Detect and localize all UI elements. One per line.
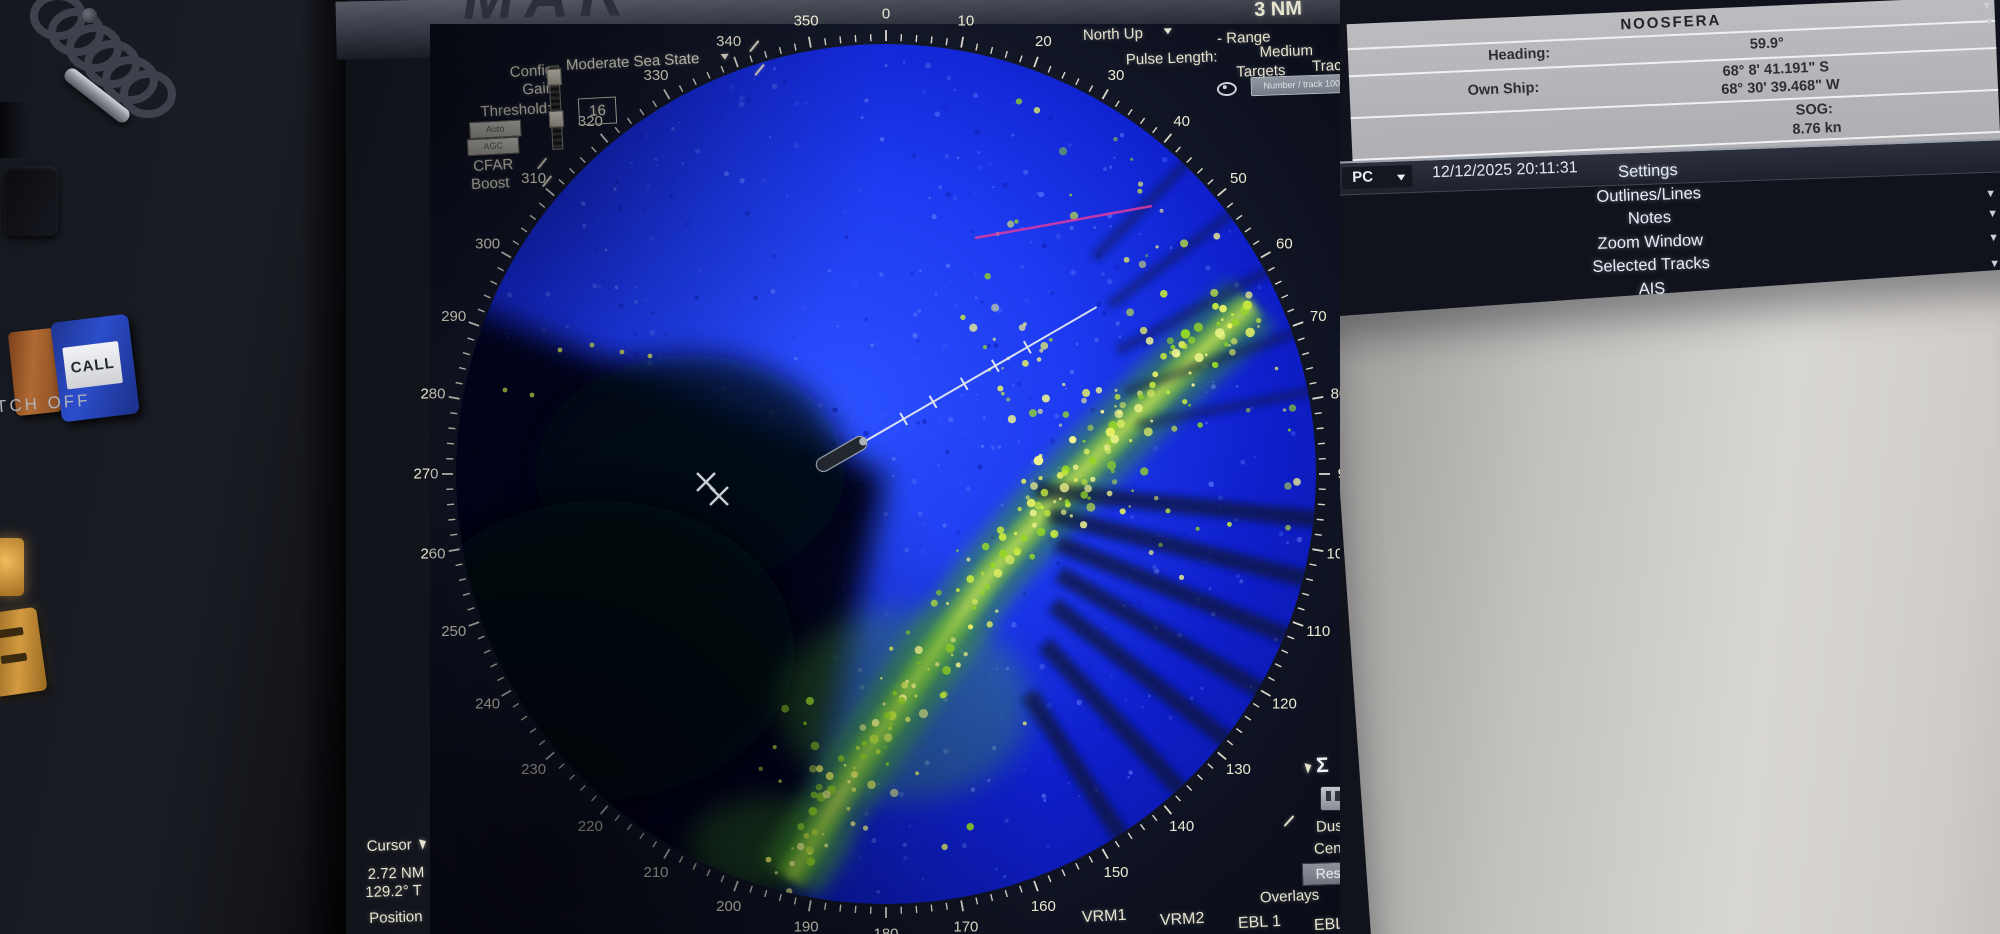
bearing-label: 280 [420,386,445,403]
range-value: 3 NM [1254,0,1303,22]
chevron-down-icon[interactable]: ▼ [1988,232,1999,244]
chevron-down-icon: ▼ [1394,167,1409,189]
vrm1-button[interactable]: VRM1 [1082,907,1127,927]
chevron-down-icon[interactable]: ▼ [1987,208,1998,220]
cursor-bearing-value: 129.2° T [365,882,422,901]
radar-mode-panel: North Up ▼ 3 NM - Range Pulse Length: Me… [1076,9,1379,119]
ebl1-button[interactable]: EBL 1 [1238,913,1282,933]
bearing-label: 200 [716,898,741,915]
bearing-label: 270 [413,466,438,483]
pulse-length-label: Pulse Length: [1126,48,1218,68]
radar-config-panel: Config: Moderate Sea State ▼ Gain: Thres… [451,31,799,209]
bearing-label: 20 [1035,33,1052,50]
right-display: NOOSFERA Heading: 59.9° Own Ship: 68° 8'… [1340,0,2000,934]
source-label: PC [1352,168,1373,186]
position-label: Position [369,908,423,927]
bearing-label: 130 [1226,761,1251,778]
track-number-button[interactable]: Number / track 100 [1250,74,1353,97]
chevron-down-icon[interactable]: ▼ [1161,26,1175,37]
chevron-down-icon[interactable]: ▼ [1981,0,1992,12]
sum-tool-icon[interactable]: Σ [1316,754,1329,778]
orientation-dropdown[interactable]: North Up [1083,25,1144,44]
chevron-down-icon[interactable]: ▼ [1984,16,1995,28]
bearing-label: 260 [420,545,445,562]
radar-screen[interactable]: 0102030405060708090100110120130140150160… [430,24,1346,934]
bearing-label: 70 [1310,308,1327,325]
edit-icon[interactable] [542,175,552,187]
chevron-down-icon[interactable]: ▼ [718,51,732,63]
heading-value: 59.9° [1750,35,1785,52]
latitude-value: 68° 8' 41.191" S [1722,59,1829,80]
bearing-label: 230 [521,761,546,778]
bearing-label: 220 [578,818,603,835]
bearing-label: 300 [475,236,500,253]
sog-value: 8.76 kn [1792,120,1842,138]
pulse-length-dropdown[interactable]: Medium [1259,42,1313,61]
bearing-label: 0 [882,6,890,23]
bearing-label: 180 [873,926,898,934]
chevron-down-icon[interactable]: ▼ [1989,258,2000,270]
own-ship-label: Own Ship: [1467,80,1539,99]
bearing-label: 150 [1103,864,1128,881]
sea-state-dropdown[interactable]: Moderate Sea State [566,50,700,74]
bearing-label: 190 [794,919,819,934]
bearing-label: 10 [958,12,975,29]
source-dropdown[interactable]: PC ▼ [1342,165,1413,189]
bridge-photo: CALL TCH OFF MAR 01020304050607080901001… [0,0,2000,934]
gain-value-box[interactable]: 16 [578,96,617,125]
cursor-range-value: 2.72 NM [367,864,424,883]
bearing-label: 350 [794,12,819,29]
bearing-label: 120 [1272,696,1297,713]
bearing-label: 140 [1169,818,1194,835]
longitude-value: 68° 30' 39.468" W [1721,77,1840,98]
threshold-mode-button-2[interactable]: AGC [467,137,520,157]
bearing-label: 210 [643,864,668,881]
bearing-label: 240 [475,696,500,713]
edit-icon[interactable] [749,40,759,52]
bearing-label: 160 [1031,898,1056,915]
edit-icon[interactable] [537,157,547,169]
threshold-label: Threshold: [446,100,552,122]
heading-label: Heading: [1488,45,1551,64]
bearing-label: 250 [441,623,466,640]
sog-label: SOG: [1795,101,1833,119]
vrm2-button[interactable]: VRM2 [1160,910,1205,930]
cursor-pointer-icon [419,837,428,849]
cursor-label: Cursor [366,836,412,855]
cursor-readout: Cursor 2.72 NM 129.2° T Position N/A [357,806,492,934]
chevron-down-icon[interactable]: ▼ [1985,188,1996,200]
overexposed-area [1340,268,2000,934]
bearing-label: 110 [1306,623,1330,640]
cfar-toggle[interactable]: CFAR [473,156,514,175]
right-menu: Settings Outlines/Lines Notes Zoom Windo… [1428,154,1873,310]
bearing-label: 170 [953,919,978,934]
bearing-label: 60 [1276,236,1293,253]
visibility-eye-icon[interactable] [1217,82,1237,97]
bearing-label: 50 [1230,170,1247,187]
gain-threshold-slider[interactable] [548,65,563,149]
boost-toggle[interactable]: Boost [471,174,510,193]
edit-icon[interactable] [754,64,764,76]
overlays-button[interactable]: Overlays [1260,886,1320,906]
bearing-label: 290 [441,308,466,325]
